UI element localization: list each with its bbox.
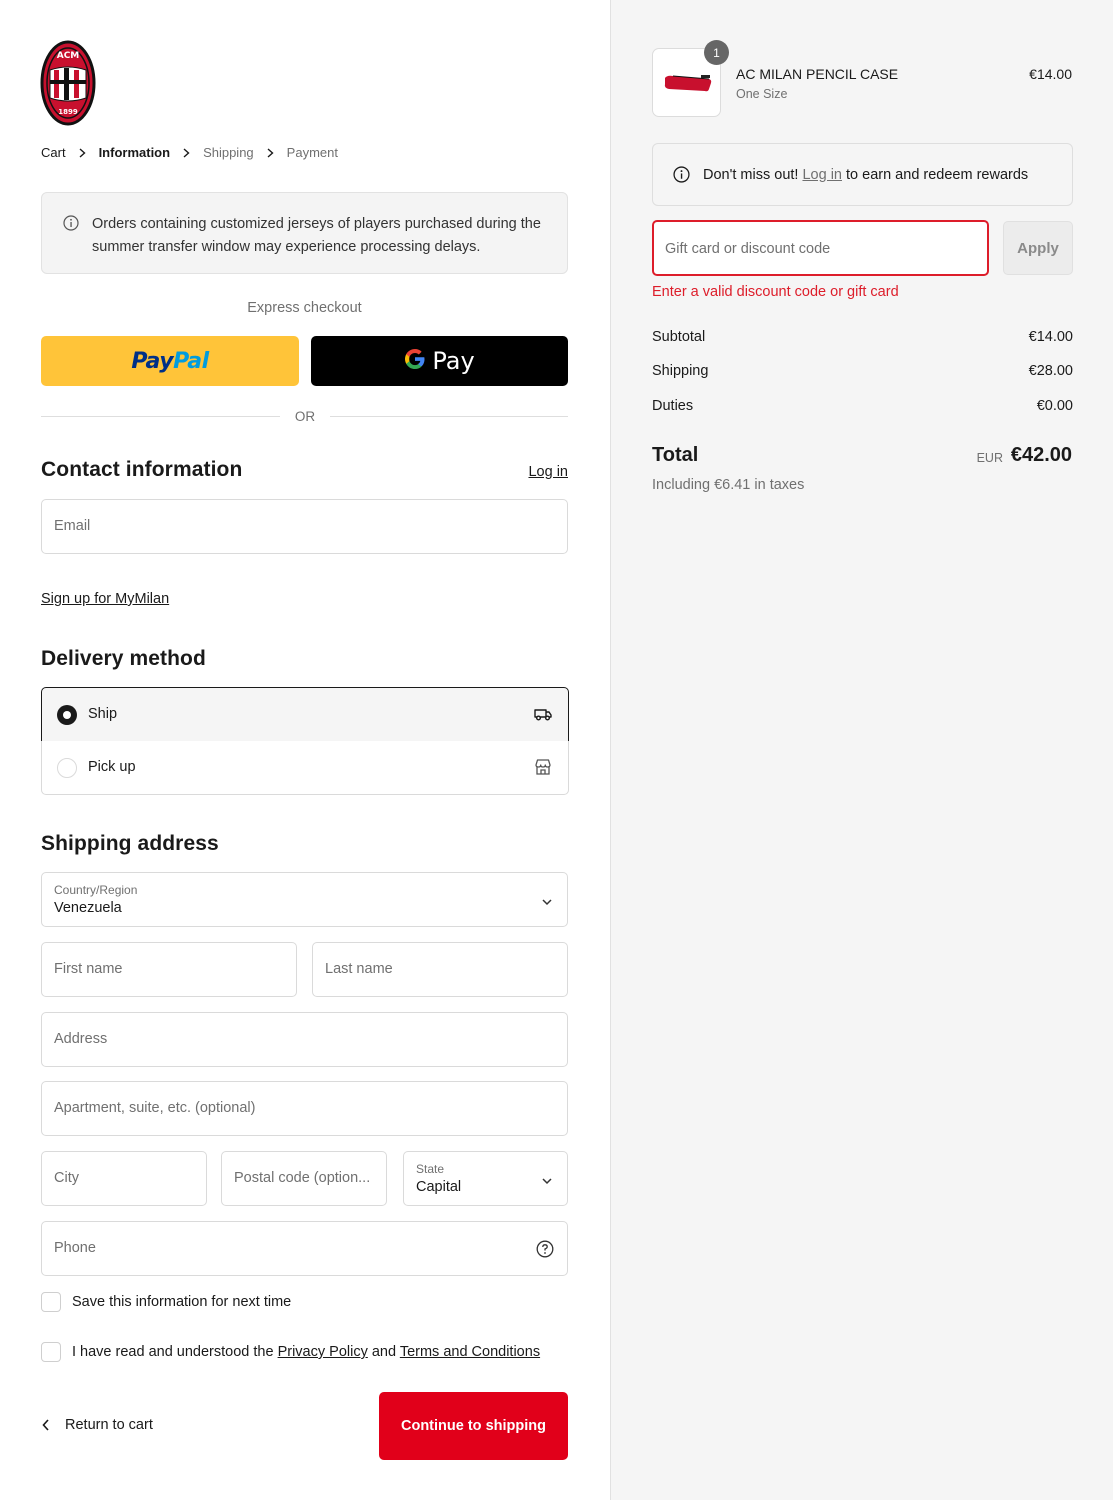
ac-milan-logo[interactable]: ACM 1899 xyxy=(40,40,96,126)
quantity-badge: 1 xyxy=(704,40,729,65)
continue-to-shipping-button[interactable]: Continue to shipping xyxy=(379,1392,568,1460)
taxes-note: Including €6.41 in taxes xyxy=(652,477,805,493)
truck-icon xyxy=(533,704,553,724)
gpay-label: Pay xyxy=(432,347,475,375)
shipping-address-heading: Shipping address xyxy=(41,832,219,855)
shipping-row: Shipping €28.00 xyxy=(652,363,1073,379)
logo-text: ACM xyxy=(57,51,80,61)
product-price: €14.00 xyxy=(1029,66,1072,82)
breadcrumb-payment: Payment xyxy=(286,145,338,160)
privacy-policy-link[interactable]: Privacy Policy xyxy=(278,1344,368,1360)
postal-code-field[interactable]: Postal code (option... xyxy=(221,1151,387,1206)
discount-error-message: Enter a valid discount code or gift card xyxy=(652,284,899,300)
checkout-form-panel: ACM 1899 Cart Information Shipping Payme… xyxy=(0,0,610,1500)
signup-mymilan-link[interactable]: Sign up for MyMilan xyxy=(41,591,169,607)
total-value: €42.00 xyxy=(1010,444,1072,466)
save-info-label: Save this information for next time xyxy=(72,1294,292,1310)
chevron-right-icon xyxy=(267,147,275,158)
logo-year: 1899 xyxy=(58,108,78,116)
total-currency: EUR xyxy=(976,451,1003,465)
discount-code-input[interactable]: Gift card or discount code xyxy=(652,220,989,276)
paypal-button[interactable]: PayPal xyxy=(41,336,299,386)
chevron-right-icon xyxy=(79,147,87,158)
chevron-left-icon xyxy=(42,1419,49,1431)
phone-field[interactable]: Phone xyxy=(41,1221,568,1276)
contact-information-heading: Contact information xyxy=(41,458,243,481)
order-summary-panel: 1 AC MILAN PENCIL CASE One Size €14.00 D… xyxy=(610,0,1113,1500)
chevron-right-icon xyxy=(183,147,191,158)
country-select[interactable]: Country/Region Venezuela xyxy=(41,872,568,927)
duties-value: €0.00 xyxy=(1036,398,1073,414)
terms-conditions-link[interactable]: Terms and Conditions xyxy=(400,1344,540,1360)
subtotal-row: Subtotal €14.00 xyxy=(652,329,1073,345)
ship-radio[interactable] xyxy=(57,705,77,725)
apply-discount-button[interactable]: Apply xyxy=(1003,221,1073,275)
return-to-cart-link[interactable]: Return to cart xyxy=(41,1417,153,1433)
or-divider-text: OR xyxy=(294,409,316,424)
chevron-down-icon xyxy=(541,1174,553,1186)
info-icon xyxy=(63,215,79,231)
divider-right xyxy=(330,416,568,417)
delivery-method-options: Ship Pick up xyxy=(41,687,569,795)
total-label: Total xyxy=(652,444,699,466)
google-g-icon xyxy=(404,348,426,375)
breadcrumb: Cart Information Shipping Payment xyxy=(41,145,338,160)
pickup-radio[interactable] xyxy=(57,758,77,778)
product-variant: One Size xyxy=(736,87,788,101)
express-checkout-label: Express checkout xyxy=(247,300,362,316)
terms-checkbox[interactable] xyxy=(41,1342,61,1362)
login-link[interactable]: Log in xyxy=(528,464,568,480)
chevron-down-icon xyxy=(541,895,553,907)
duties-row: Duties €0.00 xyxy=(652,398,1073,414)
breadcrumb-cart[interactable]: Cart xyxy=(41,145,66,160)
breadcrumb-shipping: Shipping xyxy=(203,145,254,160)
divider-left xyxy=(41,416,280,417)
shipping-value: €28.00 xyxy=(1028,363,1073,379)
last-name-field[interactable]: Last name xyxy=(312,942,568,997)
rewards-login-link[interactable]: Log in xyxy=(802,167,842,183)
google-pay-button[interactable]: Pay xyxy=(311,336,568,386)
city-field[interactable]: City xyxy=(41,1151,207,1206)
email-field[interactable]: Email xyxy=(41,499,568,554)
save-info-checkbox[interactable] xyxy=(41,1292,61,1312)
apartment-field[interactable]: Apartment, suite, etc. (optional) xyxy=(41,1081,568,1136)
delivery-option-pickup[interactable]: Pick up xyxy=(41,741,569,795)
terms-label: I have read and understood the Privacy P… xyxy=(72,1344,541,1360)
info-icon xyxy=(673,166,690,183)
processing-notice: Orders containing customized jerseys of … xyxy=(41,192,568,274)
subtotal-value: €14.00 xyxy=(1028,329,1073,345)
help-circle-icon[interactable] xyxy=(536,1240,554,1263)
product-name: AC MILAN PENCIL CASE xyxy=(736,66,899,82)
delivery-option-ship[interactable]: Ship xyxy=(41,687,569,742)
first-name-field[interactable]: First name xyxy=(41,942,297,997)
breadcrumb-information: Information xyxy=(98,145,171,160)
notice-text: Orders containing customized jerseys of … xyxy=(92,216,541,255)
state-select[interactable]: State Capital xyxy=(403,1151,568,1206)
rewards-banner: Don't miss out! Log in to earn and redee… xyxy=(652,143,1073,206)
store-icon xyxy=(533,757,553,777)
delivery-method-heading: Delivery method xyxy=(41,647,206,670)
address-field[interactable]: Address xyxy=(41,1012,568,1067)
